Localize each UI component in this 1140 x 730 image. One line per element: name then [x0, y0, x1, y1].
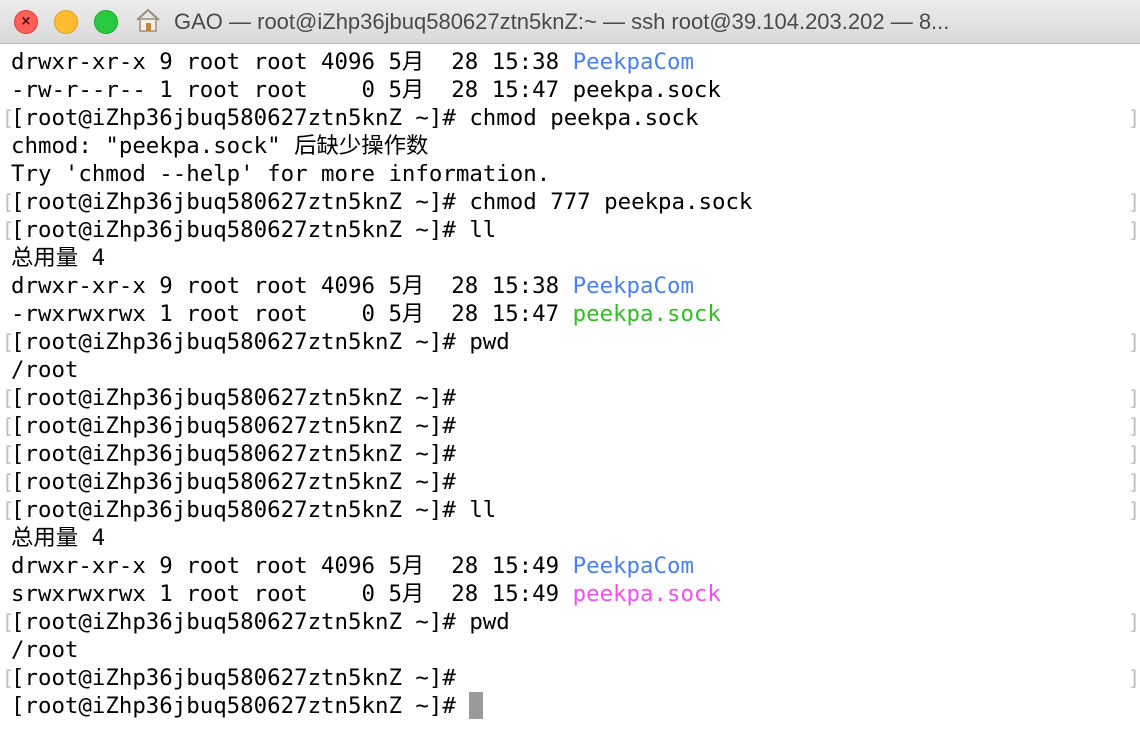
mark-bracket-left: [ [2, 106, 15, 130]
mark-bracket-right: ] [1128, 190, 1140, 214]
window-title-area: GAO — root@iZhp36jbuq580627ztn5knZ:~ — s… [134, 0, 949, 44]
output-line: 总用量 4 [11, 525, 106, 551]
output-line: -rwxrwxrwx 1 root root 0 5月 28 15:47 pee… [11, 301, 721, 327]
prompt-line: [root@iZhp36jbuq580627ztn5knZ ~]# pwd [11, 329, 510, 355]
output-line: drwxr-xr-x 9 root root 4096 5月 28 15:38 … [11, 49, 694, 75]
terminal-window: × GAO — root@iZhp36jbuq580627ztn5knZ:~ —… [0, 0, 1140, 730]
output-line: drwxr-xr-x 9 root root 4096 5月 28 15:49 … [11, 553, 694, 579]
output-line: -rw-r--r-- 1 root root 0 5月 28 15:47 pee… [11, 77, 721, 103]
mark-bracket-right: ] [1128, 470, 1140, 494]
terminal-content[interactable]: drwxr-xr-x 9 root root 4096 5月 28 15:38 … [0, 48, 1140, 730]
prompt-line: [root@iZhp36jbuq580627ztn5knZ ~]# [11, 469, 456, 495]
mark-bracket-left: [ [2, 218, 15, 242]
home-icon [136, 8, 160, 33]
mark-bracket-right: ] [1128, 414, 1140, 438]
mark-bracket-left: [ [2, 498, 15, 522]
mark-bracket-right: ] [1128, 666, 1140, 690]
prompt-line: [root@iZhp36jbuq580627ztn5knZ ~]# ll [11, 497, 497, 523]
mark-bracket-right: ] [1128, 610, 1140, 634]
mark-bracket-left: [ [2, 330, 15, 354]
mark-bracket-right: ] [1128, 498, 1140, 522]
mark-bracket-left: [ [2, 414, 15, 438]
mark-bracket-left: [ [2, 442, 15, 466]
executable-file-name: peekpa.sock [572, 301, 721, 327]
directory-name: PeekpaCom [572, 273, 694, 299]
output-line: 总用量 4 [11, 245, 106, 271]
window-title: GAO — root@iZhp36jbuq580627ztn5knZ:~ — s… [174, 9, 950, 35]
prompt-line: [root@iZhp36jbuq580627ztn5knZ ~]# [11, 441, 456, 467]
output-line: /root [11, 637, 79, 663]
output-line: srwxrwxrwx 1 root root 0 5月 28 15:49 pee… [11, 581, 721, 607]
mark-bracket-right: ] [1128, 386, 1140, 410]
minimize-button[interactable] [54, 10, 78, 34]
text-cursor [469, 692, 484, 719]
mark-bracket-right: ] [1128, 218, 1140, 242]
prompt-line: [root@iZhp36jbuq580627ztn5knZ ~]# [11, 413, 456, 439]
prompt-line: [root@iZhp36jbuq580627ztn5knZ ~]# pwd [11, 609, 510, 635]
mark-bracket-left: [ [2, 190, 15, 214]
zoom-button[interactable] [94, 10, 118, 34]
prompt-line: [root@iZhp36jbuq580627ztn5knZ ~]# chmod … [11, 105, 699, 131]
mark-bracket-right: ] [1128, 330, 1140, 354]
title-bar[interactable]: × GAO — root@iZhp36jbuq580627ztn5knZ:~ —… [0, 0, 1140, 44]
output-line: drwxr-xr-x 9 root root 4096 5月 28 15:38 … [11, 273, 694, 299]
output-line: Try 'chmod --help' for more information. [11, 161, 551, 187]
prompt-line: [root@iZhp36jbuq580627ztn5knZ ~]# ll [11, 217, 497, 243]
output-line: /root [11, 357, 79, 383]
mark-bracket-right: ] [1128, 106, 1140, 130]
mark-bracket-left: [ [2, 666, 15, 690]
mark-bracket-left: [ [2, 386, 15, 410]
mark-bracket-left: [ [2, 470, 15, 494]
active-prompt-line[interactable]: [root@iZhp36jbuq580627ztn5knZ ~]# [11, 692, 484, 720]
prompt-line: [root@iZhp36jbuq580627ztn5knZ ~]# chmod … [11, 189, 753, 215]
output-line: chmod: "peekpa.sock" 后缺少操作数 [11, 133, 429, 159]
mark-bracket-right: ] [1128, 442, 1140, 466]
mark-bracket-left: [ [2, 610, 15, 634]
close-icon: × [20, 14, 32, 29]
directory-name: PeekpaCom [572, 553, 694, 579]
prompt-line: [root@iZhp36jbuq580627ztn5knZ ~]# [11, 665, 456, 691]
socket-file-name: peekpa.sock [572, 581, 721, 607]
directory-name: PeekpaCom [572, 49, 694, 75]
prompt-line: [root@iZhp36jbuq580627ztn5knZ ~]# [11, 385, 456, 411]
close-button[interactable]: × [14, 10, 38, 34]
